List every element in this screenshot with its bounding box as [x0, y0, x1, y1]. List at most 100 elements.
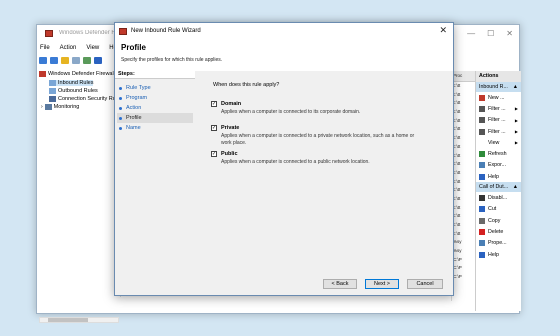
private-label: Private	[221, 125, 240, 131]
forward-arrow-icon[interactable]	[50, 57, 58, 64]
step-profile[interactable]: Profile	[117, 113, 193, 123]
properties-icon	[479, 240, 485, 247]
menu-file[interactable]: File	[40, 45, 50, 55]
rule-row[interactable]: C:\P	[452, 273, 475, 282]
blank-icon	[479, 140, 485, 146]
action-item[interactable]: Refresh	[476, 148, 521, 159]
public-description: Applies when a computer is connected to …	[221, 159, 370, 165]
help-toolbar-icon[interactable]	[94, 57, 102, 64]
rule-row[interactable]: c:\tt	[452, 108, 475, 117]
program-column-header[interactable]: Proc	[452, 71, 475, 82]
rule-row[interactable]: C:\P	[452, 264, 475, 273]
close-icon[interactable]: ✕	[439, 25, 447, 36]
action-item[interactable]: View ▶	[476, 137, 521, 148]
action-item[interactable]: New ...	[476, 92, 521, 103]
tree-item-firewall-root[interactable]: Windows Defender Firewall	[39, 71, 115, 77]
connection-security-icon	[49, 96, 56, 102]
firewall-icon	[39, 71, 46, 77]
rule-row[interactable]: c:\tt	[452, 91, 475, 100]
action-item[interactable]: Delete	[476, 226, 521, 237]
tree-horizontal-scrollbar[interactable]	[39, 317, 119, 323]
rule-row[interactable]: c:\tt	[452, 230, 475, 239]
cut-icon	[479, 206, 485, 213]
action-item[interactable]: Filter ... ▶	[476, 126, 521, 137]
folder-up-icon[interactable]	[61, 57, 69, 64]
rule-row[interactable]: c:\tt	[452, 204, 475, 213]
export-icon	[479, 162, 485, 169]
back-button[interactable]: < Back	[323, 279, 357, 289]
back-arrow-icon[interactable]	[39, 57, 47, 64]
firewall-app-icon	[119, 28, 127, 35]
refresh-icon	[479, 151, 485, 158]
step-label: Action	[126, 105, 142, 111]
private-description: Applies when a computer is connected to …	[221, 133, 415, 146]
tree-item-monitoring[interactable]: › Monitoring	[41, 104, 79, 110]
action-item[interactable]: Help	[476, 171, 521, 182]
action-item[interactable]: Expor...	[476, 160, 521, 171]
rule-row[interactable]: c:\tt	[452, 134, 475, 143]
rule-row[interactable]: c:\tt	[452, 186, 475, 195]
rule-row[interactable]: c:\tt	[452, 99, 475, 108]
rule-row[interactable]: c:\tt	[452, 82, 475, 91]
action-item[interactable]: Filter ... ▶	[476, 103, 521, 114]
delete-icon	[479, 228, 485, 235]
tree-item-outbound-rules[interactable]: Outbound Rules	[49, 88, 98, 94]
minimize-button[interactable]: —	[467, 29, 475, 38]
rule-row[interactable]: c:\tt	[452, 125, 475, 134]
action-item[interactable]: Copy	[476, 215, 521, 226]
step-name[interactable]: Name	[117, 123, 193, 133]
rule-row[interactable]: c:\tt	[452, 152, 475, 161]
menu-view[interactable]: View	[86, 45, 99, 55]
rule-row[interactable]: c:\tt	[452, 160, 475, 169]
show-tree-icon[interactable]	[72, 57, 80, 64]
menu-action[interactable]: Action	[60, 45, 77, 55]
collapse-caret-icon: ▲	[512, 84, 518, 90]
inbound-rules-icon	[49, 80, 56, 86]
close-button[interactable]: ✕	[506, 29, 513, 38]
apply-question: When does this rule apply?	[213, 82, 280, 88]
step-label: Program	[126, 95, 148, 101]
rule-row[interactable]: %sy	[452, 238, 475, 247]
rule-row[interactable]: c:\tt	[452, 212, 475, 221]
action-label: New ...	[488, 94, 505, 101]
action-label: Delete	[488, 228, 504, 235]
rule-row[interactable]: c:\tt	[452, 117, 475, 126]
action-label: Filter ...	[488, 105, 506, 112]
step-rule-type[interactable]: Rule Type	[117, 83, 193, 93]
tree-item-inbound-rules[interactable]: Inbound Rules	[49, 80, 94, 86]
action-label: View	[488, 139, 500, 146]
tree-item-connection-security-rules[interactable]: Connection Security Rules	[49, 96, 123, 102]
cancel-button[interactable]: Cancel	[407, 279, 443, 289]
step-program[interactable]: Program	[117, 93, 193, 103]
wizard-steps: Steps: Rule Type Program Action Profile …	[115, 71, 193, 297]
action-item[interactable]: Filter ... ▶	[476, 115, 521, 126]
rule-row[interactable]: c:\tt	[452, 221, 475, 230]
copy-icon	[479, 217, 485, 224]
step-action[interactable]: Action	[117, 103, 193, 113]
action-item[interactable]: Disabl...	[476, 192, 521, 203]
action-label: Filter ...	[488, 128, 506, 135]
disable-icon	[479, 195, 485, 202]
private-checkbox[interactable]: ✓	[211, 125, 217, 131]
rule-row[interactable]: c:\tt	[452, 143, 475, 152]
rule-row[interactable]: %sy	[452, 247, 475, 256]
actions-section-inbound-rules[interactable]: Inbound R... ▲	[476, 82, 521, 92]
action-label: Expor...	[488, 162, 506, 169]
action-item[interactable]: Cut	[476, 204, 521, 215]
actions-section-selected-rule[interactable]: Call of Dut... ▲	[476, 182, 521, 193]
rule-row[interactable]: c:\tt	[452, 169, 475, 178]
wizard-content: When does this rule apply? ✓ Domain Appl…	[195, 71, 453, 285]
rule-row[interactable]: c:\tt	[452, 178, 475, 187]
export-list-icon[interactable]	[83, 57, 91, 64]
action-item[interactable]: Prope...	[476, 238, 521, 249]
maximize-button[interactable]: ☐	[487, 29, 494, 38]
expand-chevron-icon[interactable]: ›	[41, 104, 43, 110]
page-subtitle: Specify the profiles for which this rule…	[121, 57, 223, 63]
rule-row[interactable]: c:\tt	[452, 195, 475, 204]
rule-row[interactable]: C:\P	[452, 256, 475, 265]
public-checkbox[interactable]: ✓	[211, 151, 217, 157]
next-button[interactable]: Next >	[365, 279, 399, 289]
action-label: Refresh	[488, 151, 507, 158]
domain-checkbox[interactable]: ✓	[211, 101, 217, 107]
action-item[interactable]: Help	[476, 249, 521, 260]
